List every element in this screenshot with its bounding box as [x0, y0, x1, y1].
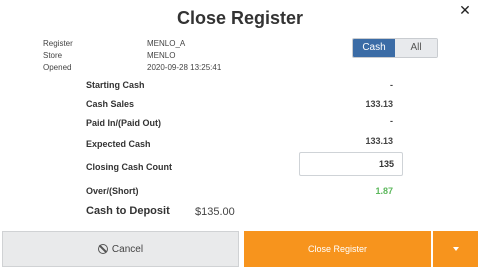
starting-cash-label: Starting Cash — [86, 80, 145, 90]
close-icon[interactable]: ✕ — [458, 3, 472, 17]
close-register-button-label: Close Register — [307, 244, 368, 254]
opened-label: Opened — [43, 63, 72, 72]
starting-cash-value: - — [390, 80, 393, 90]
paid-in-out-label: Paid In/(Paid Out) — [86, 118, 162, 128]
close-register-dropdown-button[interactable] — [433, 231, 478, 267]
cash-sales-label: Cash Sales — [86, 99, 135, 109]
cancel-button-label: Cancel — [111, 243, 144, 255]
cash-to-deposit-label: Cash to Deposit — [86, 205, 170, 217]
paid-in-out-value: - — [390, 116, 393, 126]
ban-icon — [97, 244, 108, 254]
over-short-value: 1.87 — [375, 186, 393, 196]
store-value: MENLO — [147, 51, 176, 60]
cash-toggle-button[interactable]: Cash — [353, 39, 395, 57]
dialog-title: Close Register — [176, 8, 304, 28]
chevron-down-icon — [452, 247, 459, 251]
cash-sales-value: 133.13 — [365, 99, 393, 109]
cancel-button[interactable]: Cancel — [2, 231, 239, 267]
opened-value: 2020-09-28 13:25:41 — [147, 63, 222, 72]
expected-cash-value: 133.13 — [365, 136, 393, 146]
expected-cash-label: Expected Cash — [86, 139, 151, 149]
register-value: MENLO_A — [147, 39, 186, 48]
closing-cash-count-label: Closing Cash Count — [86, 162, 172, 172]
closing-cash-count-input[interactable]: 135 — [299, 152, 403, 176]
cash-all-toggle: Cash All — [352, 38, 438, 58]
all-toggle-button[interactable]: All — [395, 39, 437, 57]
register-label: Register — [43, 39, 73, 48]
close-register-button[interactable]: Close Register — [244, 231, 431, 267]
over-short-label: Over/(Short) — [86, 186, 139, 196]
store-label: Store — [43, 51, 63, 60]
cash-to-deposit-value: $135.00 — [195, 206, 235, 218]
